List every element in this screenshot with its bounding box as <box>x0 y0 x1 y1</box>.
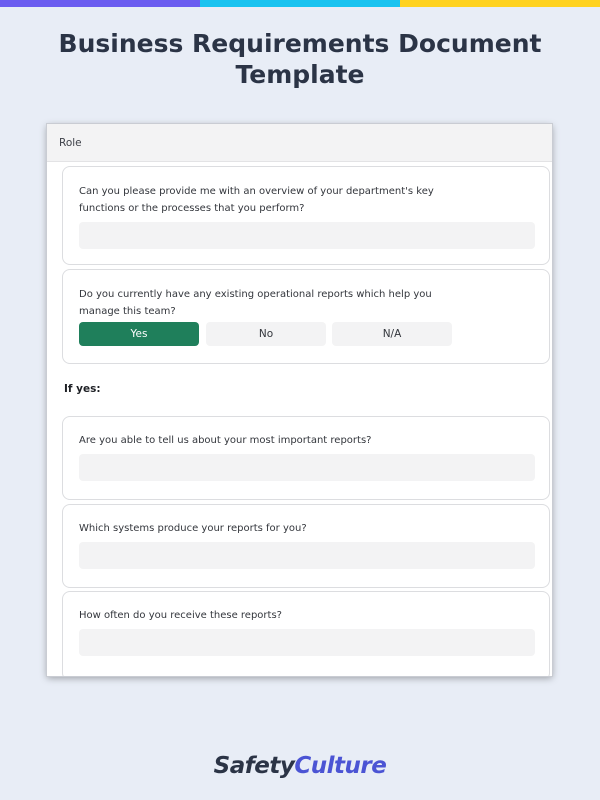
answer-field-report-systems[interactable] <box>79 542 535 569</box>
question-card-report-frequency: How often do you receive these reports? <box>62 591 550 676</box>
logo-part-culture: Culture <box>294 753 387 779</box>
logo-part-safety: Safety <box>213 753 295 779</box>
section-header-role: Role <box>47 124 552 162</box>
question-text: Do you currently have any existing opera… <box>79 289 432 317</box>
section-label: Role <box>59 137 82 149</box>
question-card-overview: Can you please provide me with an overvi… <box>62 166 550 265</box>
question-text: Are you able to tell us about your most … <box>79 435 372 446</box>
stripe-yellow <box>400 0 600 7</box>
option-yes-button[interactable]: Yes <box>79 322 199 346</box>
question-text: How often do you receive these reports? <box>79 610 282 621</box>
question-text: Can you please provide me with an overvi… <box>79 186 434 214</box>
question-card-existing-reports: Do you currently have any existing opera… <box>62 269 550 364</box>
stripe-cyan <box>200 0 400 7</box>
answer-field-important-reports[interactable] <box>79 454 535 481</box>
option-no-button[interactable]: No <box>206 322 326 346</box>
safetyculture-logo: SafetyCulture <box>0 753 600 779</box>
if-yes-label: If yes: <box>64 383 101 395</box>
option-na-button[interactable]: N/A <box>332 322 452 346</box>
question-card-important-reports: Are you able to tell us about your most … <box>62 416 550 500</box>
answer-field-report-frequency[interactable] <box>79 629 535 656</box>
stripe-purple <box>0 0 200 7</box>
question-card-report-systems: Which systems produce your reports for y… <box>62 504 550 588</box>
page-title: Business Requirements Document Template <box>58 29 542 89</box>
top-color-stripe <box>0 0 600 7</box>
answer-field-overview[interactable] <box>79 222 535 249</box>
question-text: Which systems produce your reports for y… <box>79 523 307 534</box>
form-card: Role Can you please provide me with an o… <box>47 124 552 676</box>
